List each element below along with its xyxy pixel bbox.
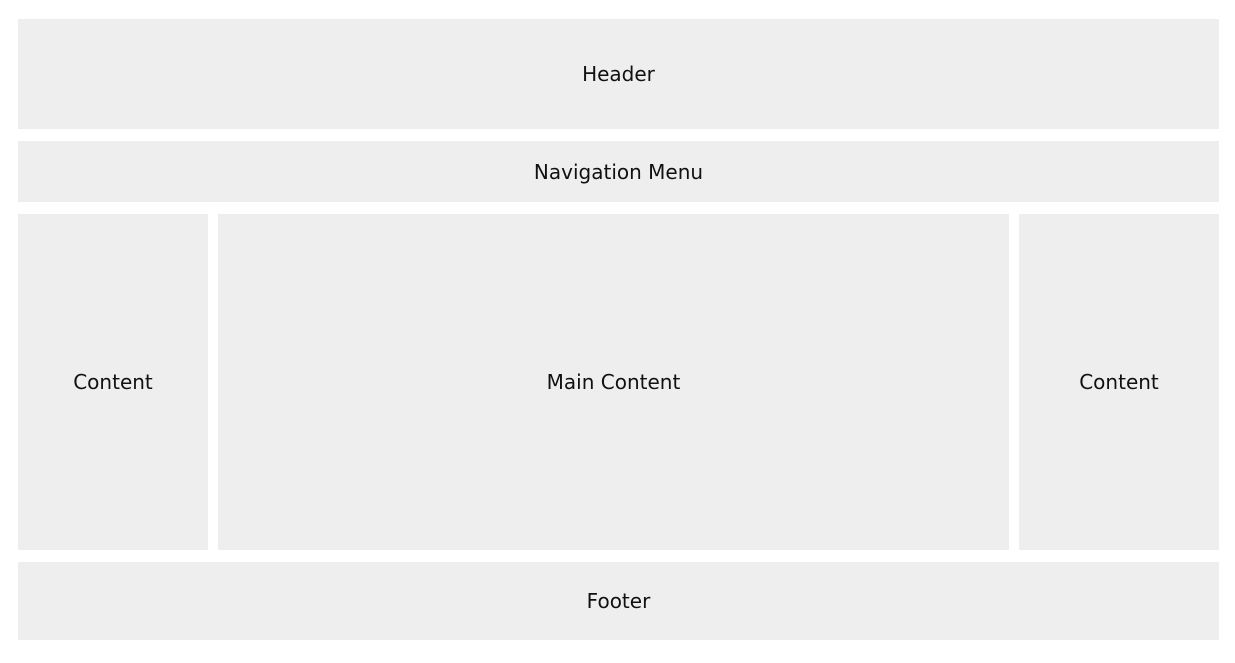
header-section: Header (18, 19, 1219, 129)
left-content-label: Content (73, 370, 153, 394)
right-content-column: Content (1019, 214, 1219, 550)
main-content-area: Main Content (218, 214, 1009, 550)
header-label: Header (582, 62, 655, 86)
right-content-label: Content (1079, 370, 1159, 394)
left-content-column: Content (18, 214, 208, 550)
navigation-menu[interactable]: Navigation Menu (18, 141, 1219, 202)
main-content-label: Main Content (546, 370, 681, 394)
navigation-menu-label: Navigation Menu (533, 159, 704, 184)
footer-label: Footer (586, 589, 651, 613)
footer-section: Footer (18, 562, 1219, 640)
